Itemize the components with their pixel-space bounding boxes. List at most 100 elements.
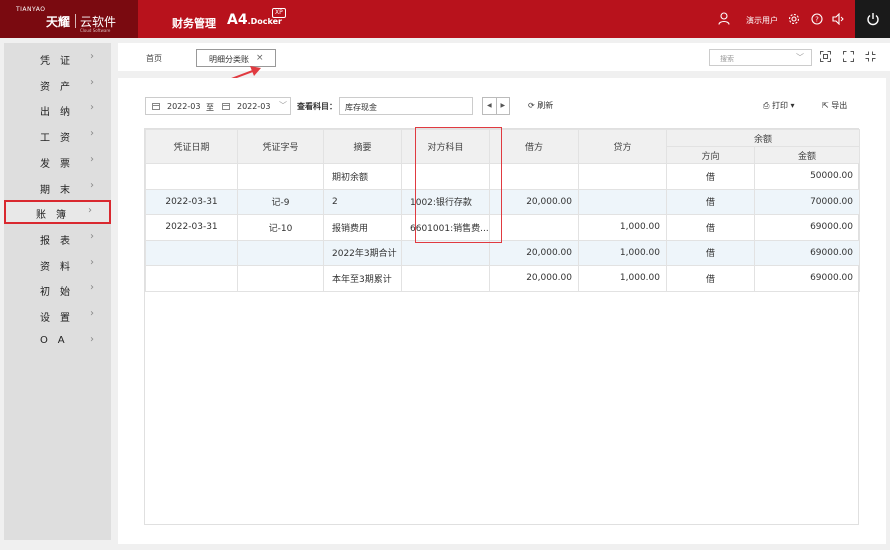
cell-credit: [578, 188, 667, 215]
cell-counter: 6601001:销售费...: [401, 214, 490, 241]
date-range-picker[interactable]: 2022-03 至 2022-03 ﹀: [145, 97, 291, 115]
user-name[interactable]: 演示用户: [746, 15, 778, 26]
chevron-right-icon: ›: [90, 256, 94, 268]
print-button[interactable]: ⎙ 打印 ▾: [763, 100, 795, 111]
sidebar-item-4[interactable]: 发票 ›: [4, 149, 111, 173]
table-row[interactable]: 期初余额 借 50000.00: [145, 163, 861, 190]
top-bar: TIANYAO 天耀 云软件 Cloud Software 财务管理 A4.Do…: [0, 0, 890, 38]
app-logo[interactable]: TIANYAO 天耀 云软件 Cloud Software: [0, 0, 138, 38]
cell-direction: 借: [666, 214, 755, 241]
cell-credit: 1,000.00: [578, 239, 667, 266]
next-subject-button[interactable]: ▶: [495, 98, 510, 114]
chevron-right-icon: ›: [90, 308, 94, 319]
date-from[interactable]: 2022-03: [167, 102, 200, 111]
sidebar-item-3[interactable]: 工资 ›: [4, 123, 111, 147]
search-placeholder: 搜索: [720, 55, 734, 63]
subject-value: 库存现金: [345, 103, 377, 112]
header-date[interactable]: 凭证日期: [145, 129, 238, 164]
cell-counter: [401, 239, 490, 266]
date-to[interactable]: 2022-03: [237, 102, 270, 111]
sidebar-item-label: 资料: [40, 261, 80, 273]
exit-fullscreen-icon[interactable]: [865, 51, 876, 62]
chevron-right-icon: ›: [88, 205, 92, 217]
sidebar-item-7[interactable]: 报表 ›: [4, 226, 111, 250]
sidebar-item-5[interactable]: 期末 ›: [4, 175, 111, 199]
calendar-icon: [152, 103, 160, 110]
help-icon[interactable]: ?: [811, 13, 823, 25]
cell-debit: 20,000.00: [489, 188, 579, 215]
close-icon[interactable]: ×: [256, 53, 264, 63]
table-row[interactable]: 本年至3期累计 20,000.00 1,000.00 借 69000.00: [145, 265, 861, 292]
header-credit[interactable]: 贷方: [578, 129, 667, 164]
cell-amount: 50000.00: [753, 163, 861, 190]
cell-amount: 70000.00: [753, 188, 861, 215]
cell-summary: 2: [323, 188, 402, 215]
chevron-right-icon: ›: [90, 230, 94, 242]
header-debit[interactable]: 借方: [489, 129, 579, 164]
sidebar-item-label: 账簿: [36, 210, 76, 222]
power-icon: [866, 13, 879, 26]
cell-counter: [401, 163, 490, 190]
logo-tagline: Cloud Software: [80, 28, 111, 33]
chevron-right-icon: ›: [90, 179, 94, 191]
header-direction[interactable]: 方向: [666, 146, 755, 164]
main-panel: 2022-03 至 2022-03 ﹀ 查看科目： 库存现金 ◀ ▶ ⟳ 刷新 …: [118, 78, 886, 544]
product-main: A4: [227, 12, 248, 28]
tab-home[interactable]: 首页: [146, 53, 162, 64]
table-row[interactable]: 2022-03-31 记-9 2 1002:银行存款 20,000.00 借 70000.0…: [145, 188, 861, 215]
user-icon[interactable]: [718, 12, 730, 25]
sidebar-item-6[interactable]: 账簿 ›: [4, 200, 111, 225]
cell-voucher: [237, 163, 324, 190]
cell-credit: 1,000.00: [578, 265, 667, 292]
cell-summary: 本年至3期累计: [323, 265, 402, 292]
sidebar-item-9[interactable]: 初始 ›: [4, 277, 111, 301]
printer-icon: ⎙: [763, 101, 770, 110]
expand-icon[interactable]: [820, 51, 831, 62]
sidebar-item-11[interactable]: OA ›: [4, 329, 111, 353]
logo-separator: [75, 14, 76, 28]
sidebar-item-0[interactable]: 凭证 ›: [4, 46, 111, 70]
cell-voucher: 记-9: [237, 188, 324, 215]
chevron-right-icon: ›: [90, 102, 94, 114]
subject-label: 查看科目：: [297, 102, 337, 111]
refresh-button[interactable]: ⟳ 刷新: [528, 100, 553, 111]
sidebar-item-8[interactable]: 资料 ›: [4, 252, 111, 276]
header-counter-account[interactable]: 对方科目: [401, 129, 490, 164]
volume-icon[interactable]: [832, 13, 844, 25]
power-button[interactable]: [855, 0, 890, 38]
sidebar-item-label: 凭证: [40, 56, 80, 67]
fullscreen-icon[interactable]: [843, 51, 854, 62]
table-row[interactable]: 2022年3期合计 20,000.00 1,000.00 借 69000.00: [145, 239, 861, 266]
cell-credit: 1,000.00: [578, 214, 667, 241]
cell-voucher: [237, 265, 324, 292]
prev-subject-button[interactable]: ◀: [483, 98, 496, 114]
sidebar-item-10[interactable]: 设置 ›: [4, 303, 111, 327]
cell-debit: [489, 214, 579, 241]
subject-pager: ◀ ▶: [482, 97, 510, 115]
chevron-down-icon: ﹀: [796, 53, 804, 62]
cell-summary: 期初余额: [323, 163, 402, 190]
header-voucher[interactable]: 凭证字号: [237, 129, 324, 164]
table-row[interactable]: 2022-03-31 记-10 报销费用 6601001:销售费... 1,000.00…: [145, 214, 861, 241]
cell-date: [145, 239, 238, 266]
sidebar-item-1[interactable]: 资产 ›: [4, 72, 111, 96]
cell-date: [145, 163, 238, 190]
caret-down-icon: ▾: [790, 101, 795, 110]
header-summary[interactable]: 摘要: [323, 129, 402, 164]
cell-amount: 69000.00: [753, 265, 861, 292]
cell-date: 2022-03-31: [145, 214, 238, 241]
logo-small-text: TIANYAO: [16, 6, 46, 13]
sidebar-item-2[interactable]: 出纳 ›: [4, 97, 111, 121]
export-icon: ⇱: [822, 101, 829, 110]
cell-date: [145, 265, 238, 292]
export-button[interactable]: ⇱ 导出: [822, 100, 847, 111]
module-title: 财务管理: [172, 17, 216, 30]
search-input[interactable]: 搜索 ﹀: [709, 49, 812, 66]
subject-input[interactable]: 库存现金: [339, 97, 473, 115]
cell-debit: [489, 163, 579, 190]
gear-icon[interactable]: [788, 13, 800, 25]
header-amount[interactable]: 金额: [753, 146, 861, 164]
cell-credit: [578, 163, 667, 190]
cell-direction: 借: [666, 265, 755, 292]
export-label: 导出: [831, 101, 848, 110]
